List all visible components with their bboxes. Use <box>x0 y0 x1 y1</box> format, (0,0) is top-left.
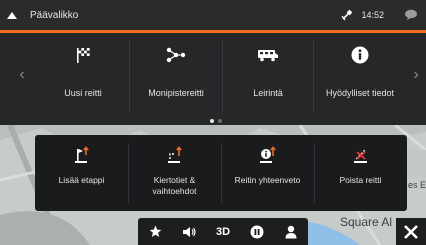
route-item-delete[interactable]: Poista reitti <box>314 135 407 211</box>
top-bar: Päävalikko 14:52 <box>0 0 426 30</box>
menu-item-multipoint-route[interactable]: Monipistereitti <box>130 33 222 117</box>
camper-van-icon <box>257 44 279 66</box>
route-panel: Lisää etappi Kiertotiet & vaihtoehdot Re… <box>35 135 407 211</box>
message-icon[interactable] <box>396 0 426 30</box>
multipoint-route-icon <box>166 44 186 66</box>
pause-icon[interactable] <box>242 218 272 245</box>
info-circle-icon <box>351 44 369 66</box>
up-arrow-icon[interactable] <box>0 0 24 30</box>
clock-time: 14:52 <box>361 10 384 20</box>
chevron-right-icon[interactable]: › <box>408 65 424 85</box>
bottom-toolbar: 3D <box>138 218 308 245</box>
detour-icon <box>167 145 183 165</box>
route-item-label: Reitin yhteenveto <box>234 175 301 185</box>
menu-item-label: Monipistereitti <box>148 88 204 98</box>
map-label-edge: es E <box>408 180 426 190</box>
person-icon[interactable] <box>276 218 306 245</box>
route-item-summary[interactable]: Reitin yhteenveto <box>221 135 314 211</box>
satellite-icon <box>341 9 353 21</box>
menu-item-new-route[interactable]: Uusi reitti <box>37 33 129 117</box>
menu-title: Päävalikko <box>30 9 79 21</box>
route-item-add-waypoint[interactable]: Lisää etappi <box>35 135 128 211</box>
menu-item-camping[interactable]: Leirintä <box>223 33 313 117</box>
chevron-left-icon[interactable]: ‹ <box>14 65 30 85</box>
route-item-detours[interactable]: Kiertotiet & vaihtoehdot <box>128 135 221 211</box>
view-mode-toggle[interactable]: 3D <box>208 218 238 245</box>
map-label-square: Square Al <box>340 215 393 229</box>
menu-item-label: Leirintä <box>253 88 283 98</box>
volume-icon[interactable] <box>174 218 204 245</box>
menu-item-label: Uusi reitti <box>64 88 102 98</box>
delete-route-icon <box>353 145 369 165</box>
add-waypoint-icon <box>74 145 90 165</box>
route-item-label: Lisää etappi <box>58 175 105 185</box>
page-dot <box>218 119 222 123</box>
menu-item-useful-info[interactable]: Hyödylliset tiedot <box>314 33 406 117</box>
page-indicator <box>210 119 222 123</box>
star-icon[interactable] <box>140 218 170 245</box>
close-icon[interactable] <box>396 218 426 245</box>
route-item-label: Kiertotiet & vaihtoehdot <box>152 175 197 196</box>
route-item-label: Poista reitti <box>339 175 382 185</box>
checkered-flag-icon <box>74 44 92 66</box>
page-dot-active <box>210 119 214 123</box>
route-summary-icon <box>259 145 277 165</box>
main-menu: ‹ › Uusi reitti Monipistereitti Leirintä… <box>0 33 426 125</box>
menu-item-label: Hyödylliset tiedot <box>325 88 395 98</box>
